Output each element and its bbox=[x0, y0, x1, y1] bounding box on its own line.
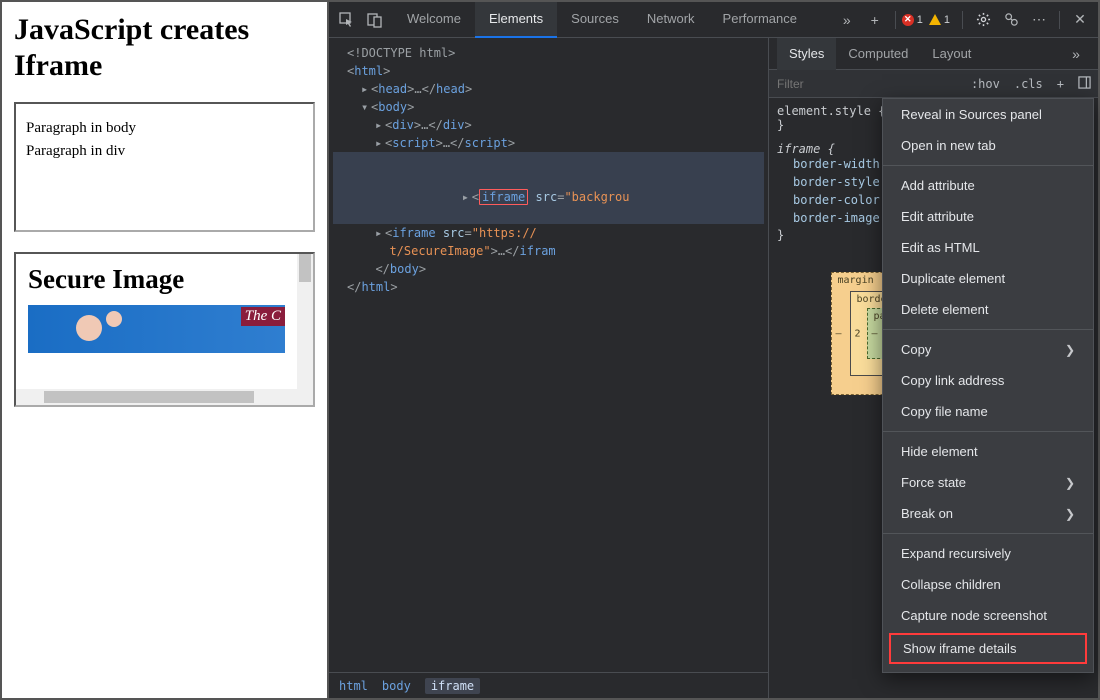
tab-performance[interactable]: Performance bbox=[709, 2, 811, 38]
ctx-reveal-sources[interactable]: Reveal in Sources panel bbox=[883, 99, 1093, 130]
ctx-edit-html[interactable]: Edit as HTML bbox=[883, 232, 1093, 263]
dom-tree[interactable]: <!DOCTYPE html> <html> ▸<head>…</head> ▾… bbox=[329, 38, 768, 672]
side-tab-computed[interactable]: Computed bbox=[836, 38, 920, 70]
activity-icon[interactable] bbox=[997, 6, 1025, 34]
dom-iframe-selected[interactable]: ⋯ ▸<iframe src="backgrou bbox=[333, 152, 764, 224]
ctx-force-state[interactable]: Force state❯ bbox=[883, 467, 1093, 498]
dom-iframe2b[interactable]: t/SecureImage">…</ifram bbox=[333, 242, 764, 260]
chevron-right-icon: ❯ bbox=[1065, 343, 1075, 357]
context-menu: Reveal in Sources panel Open in new tab … bbox=[882, 98, 1094, 673]
ctx-add-attribute[interactable]: Add attribute bbox=[883, 170, 1093, 201]
secure-image-photo: The C bbox=[28, 305, 285, 353]
cls-toggle[interactable]: .cls bbox=[1007, 77, 1050, 91]
paragraph-body: Paragraph in body bbox=[26, 120, 303, 137]
ctx-collapse-children[interactable]: Collapse children bbox=[883, 569, 1093, 600]
tab-elements[interactable]: Elements bbox=[475, 2, 557, 38]
breadcrumb-iframe[interactable]: iframe bbox=[425, 678, 480, 694]
image-source-tag: The C bbox=[241, 307, 285, 326]
more-tabs-icon[interactable]: » bbox=[833, 6, 861, 34]
close-icon[interactable]: ✕ bbox=[1066, 6, 1094, 34]
ctx-open-new-tab[interactable]: Open in new tab bbox=[883, 130, 1093, 161]
paragraph-div: Paragraph in div bbox=[26, 143, 303, 160]
rendered-page: JavaScript creates Iframe Paragraph in b… bbox=[2, 2, 329, 698]
secure-image-title: Secure Image bbox=[28, 264, 285, 295]
ctx-show-iframe-details[interactable]: Show iframe details bbox=[889, 633, 1087, 664]
devtools-panel: Welcome Elements Sources Network Perform… bbox=[329, 2, 1098, 698]
dom-head[interactable]: ▸<head>…</head> bbox=[333, 80, 764, 98]
ctx-copy[interactable]: Copy❯ bbox=[883, 334, 1093, 365]
ctx-edit-attribute[interactable]: Edit attribute bbox=[883, 201, 1093, 232]
dom-script[interactable]: ▸<script>…</script> bbox=[333, 134, 764, 152]
kebab-icon[interactable]: ⋯ bbox=[1025, 6, 1053, 34]
computed-toggle-icon[interactable] bbox=[1071, 76, 1098, 92]
tab-sources[interactable]: Sources bbox=[557, 2, 633, 38]
dom-iframe2[interactable]: ▸<iframe src="https:// bbox=[333, 224, 764, 242]
devtools-toolbar: Welcome Elements Sources Network Perform… bbox=[329, 2, 1098, 38]
side-tab-styles[interactable]: Styles bbox=[777, 38, 836, 70]
page-title: JavaScript creates Iframe bbox=[14, 12, 315, 84]
horizontal-scrollbar[interactable] bbox=[16, 389, 297, 405]
chevron-right-icon: ❯ bbox=[1065, 507, 1075, 521]
selection-dots-icon: ⋯ bbox=[329, 152, 330, 170]
dom-html-open[interactable]: <html> bbox=[333, 62, 764, 80]
dom-body-close[interactable]: </body> bbox=[333, 260, 764, 278]
elements-tree-panel: <!DOCTYPE html> <html> ▸<head>…</head> ▾… bbox=[329, 38, 769, 698]
tab-network[interactable]: Network bbox=[633, 2, 709, 38]
ctx-expand-recursive[interactable]: Expand recursively bbox=[883, 538, 1093, 569]
scroll-corner bbox=[297, 389, 313, 405]
issues-badge[interactable]: ✕1 1 bbox=[902, 14, 950, 26]
iframe-preview-1[interactable]: Paragraph in body Paragraph in div bbox=[14, 102, 315, 232]
inspect-icon[interactable] bbox=[333, 6, 361, 34]
vertical-scrollbar[interactable] bbox=[297, 254, 313, 389]
tab-welcome[interactable]: Welcome bbox=[393, 2, 475, 38]
styles-filter-input[interactable] bbox=[769, 70, 964, 97]
dom-doctype[interactable]: <!DOCTYPE html> bbox=[333, 44, 764, 62]
side-tab-layout[interactable]: Layout bbox=[920, 38, 983, 70]
ctx-delete[interactable]: Delete element bbox=[883, 294, 1093, 325]
gear-icon[interactable] bbox=[969, 6, 997, 34]
dom-html-close[interactable]: </html> bbox=[333, 278, 764, 296]
side-more-tabs-icon[interactable]: » bbox=[1062, 40, 1090, 68]
ctx-duplicate[interactable]: Duplicate element bbox=[883, 263, 1093, 294]
ctx-hide-element[interactable]: Hide element bbox=[883, 436, 1093, 467]
new-rule-icon[interactable]: + bbox=[1050, 77, 1071, 91]
chevron-right-icon: ❯ bbox=[1065, 476, 1075, 490]
plus-icon[interactable]: + bbox=[861, 6, 889, 34]
iframe-preview-2[interactable]: Secure Image The C bbox=[14, 252, 315, 407]
ctx-copy-filename[interactable]: Copy file name bbox=[883, 396, 1093, 427]
device-toggle-icon[interactable] bbox=[361, 6, 389, 34]
ctx-copy-link[interactable]: Copy link address bbox=[883, 365, 1093, 396]
dom-body-open[interactable]: ▾<body> bbox=[333, 98, 764, 116]
hov-toggle[interactable]: :hov bbox=[964, 77, 1007, 91]
ctx-break-on[interactable]: Break on❯ bbox=[883, 498, 1093, 529]
dom-div[interactable]: ▸<div>…</div> bbox=[333, 116, 764, 134]
dom-breadcrumb: html body iframe bbox=[329, 672, 768, 698]
breadcrumb-html[interactable]: html bbox=[339, 679, 368, 693]
breadcrumb-body[interactable]: body bbox=[382, 679, 411, 693]
ctx-capture-screenshot[interactable]: Capture node screenshot bbox=[883, 600, 1093, 631]
